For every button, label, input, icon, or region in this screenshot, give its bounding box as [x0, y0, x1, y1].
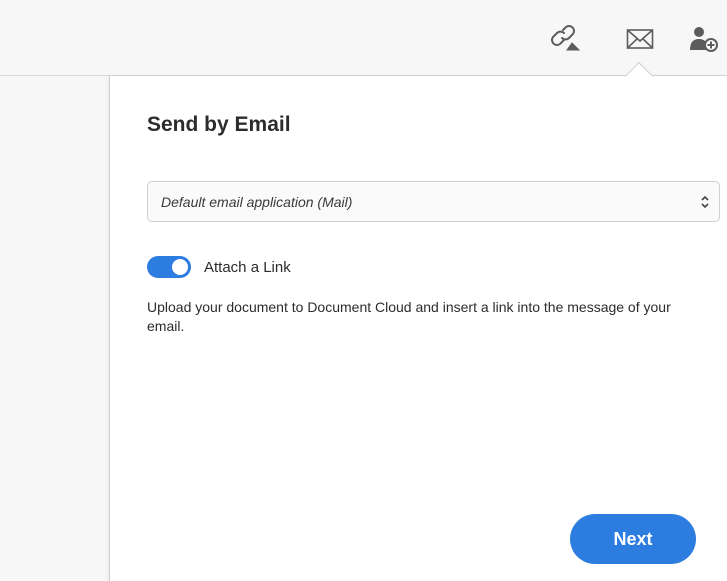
email-icon[interactable]: [623, 22, 657, 56]
email-app-select[interactable]: Default email application (Mail): [147, 181, 720, 222]
send-by-email-panel: Send by Email Default email application …: [109, 76, 727, 581]
select-chevrons-icon: [701, 195, 709, 208]
attach-link-description: Upload your document to Document Cloud a…: [147, 299, 671, 334]
next-button[interactable]: Next: [570, 514, 696, 564]
attach-link-toggle[interactable]: [147, 256, 191, 278]
email-app-select-value: Default email application (Mail): [161, 193, 353, 210]
add-user-icon[interactable]: [688, 22, 722, 56]
attach-link-label: Attach a Link: [204, 258, 291, 276]
toggle-knob: [172, 259, 188, 275]
panel-title: Send by Email: [147, 113, 291, 136]
toolbar: [0, 0, 727, 76]
link-icon[interactable]: [548, 22, 582, 56]
app-window: Send by Email Default email application …: [0, 0, 727, 581]
attach-link-row: Attach a Link: [147, 256, 291, 278]
